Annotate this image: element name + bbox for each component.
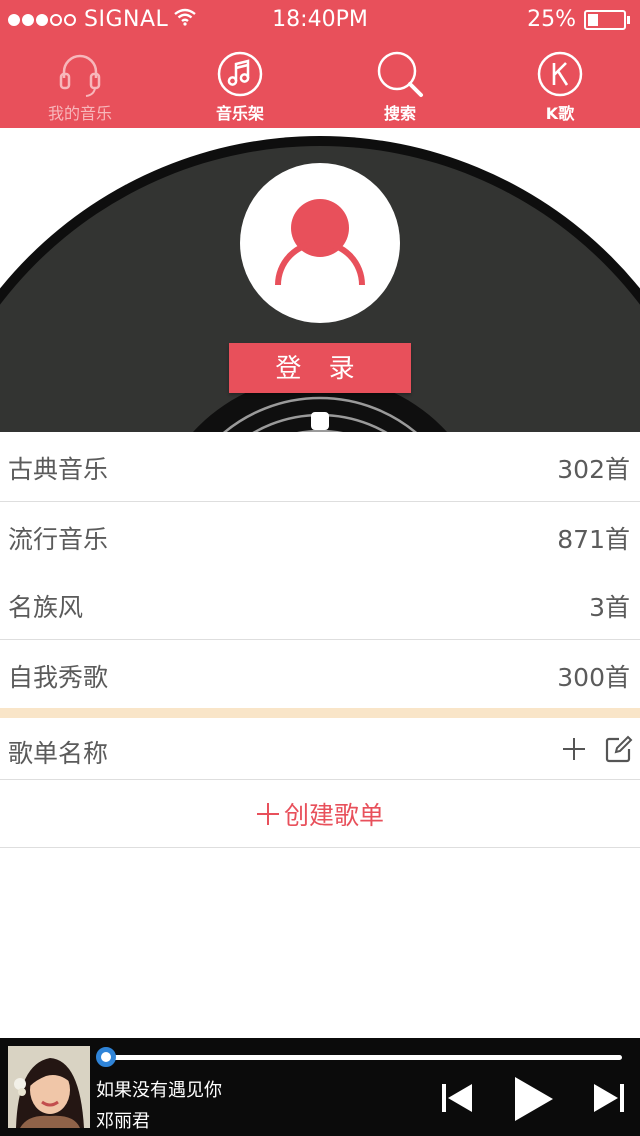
add-playlist-button[interactable] — [561, 736, 587, 766]
album-cover-image — [8, 1046, 90, 1128]
top-nav: 我的音乐 音乐架 搜索 K歌 — [0, 40, 640, 168]
play-icon — [515, 1077, 553, 1121]
battery-indicator: 25% — [527, 7, 630, 32]
category-count: 3首 — [589, 593, 630, 622]
headphones-icon — [56, 50, 104, 98]
user-icon — [275, 199, 365, 286]
edit-playlist-button[interactable] — [605, 735, 633, 767]
create-playlist-label: 创建歌单 — [283, 800, 384, 830]
record-header: 登 录 — [0, 128, 640, 432]
tab-music-shelf[interactable]: 音乐架 — [160, 40, 320, 128]
category-name: 流行音乐 — [8, 525, 109, 554]
battery-percent: 25% — [527, 7, 576, 32]
category-name: 名族风 — [8, 593, 84, 622]
next-icon — [594, 1084, 624, 1112]
tab-label: 我的音乐 — [47, 104, 112, 123]
status-bar: SIGNAL 18:40PM 25% — [0, 0, 640, 40]
avatar[interactable] — [240, 163, 400, 323]
tab-label: 音乐架 — [215, 104, 264, 123]
progress-thumb[interactable] — [96, 1047, 116, 1067]
song-artist: 邓丽君 — [96, 1111, 150, 1132]
category-name: 自我秀歌 — [8, 663, 109, 692]
previous-icon — [442, 1084, 472, 1112]
tab-karaoke[interactable]: K歌 — [480, 40, 640, 128]
previous-button[interactable] — [440, 1082, 474, 1118]
category-count: 300首 — [557, 663, 630, 692]
category-name: 古典音乐 — [8, 455, 109, 484]
battery-tip — [627, 15, 630, 24]
list-item[interactable]: 自我秀歌 300首 — [0, 640, 640, 708]
tab-search[interactable]: 搜索 — [320, 40, 480, 128]
list-item[interactable]: 流行音乐 871首 — [0, 502, 640, 572]
battery-icon — [584, 9, 626, 30]
play-button[interactable] — [512, 1075, 556, 1127]
progress-bar[interactable] — [106, 1055, 622, 1060]
plus-icon — [256, 802, 279, 825]
k-icon — [536, 50, 584, 98]
tab-my-music[interactable]: 我的音乐 — [0, 40, 160, 128]
create-playlist-button[interactable]: 创建歌单 — [0, 780, 640, 848]
song-title: 如果没有遇见你 — [96, 1080, 222, 1101]
category-count: 302首 — [557, 455, 630, 484]
music-note-icon — [216, 50, 264, 98]
playlist-header-label: 歌单名称 — [8, 739, 109, 768]
category-count: 871首 — [557, 525, 630, 554]
login-button[interactable]: 登 录 — [229, 343, 411, 393]
edit-icon — [605, 735, 633, 763]
tab-label: 搜索 — [383, 104, 416, 123]
album-art[interactable] — [8, 1046, 90, 1128]
section-divider — [0, 708, 640, 718]
mini-player: 如果没有遇见你 邓丽君 — [0, 1038, 640, 1136]
search-icon — [376, 50, 424, 98]
list-item[interactable]: 名族风 3首 — [0, 570, 640, 640]
battery-fill — [588, 13, 598, 26]
list-item[interactable]: 古典音乐 302首 — [0, 432, 640, 502]
next-button[interactable] — [592, 1082, 626, 1118]
playlist-header: 歌单名称 — [0, 718, 640, 780]
plus-icon — [563, 738, 585, 760]
tab-label: K歌 — [545, 104, 575, 123]
